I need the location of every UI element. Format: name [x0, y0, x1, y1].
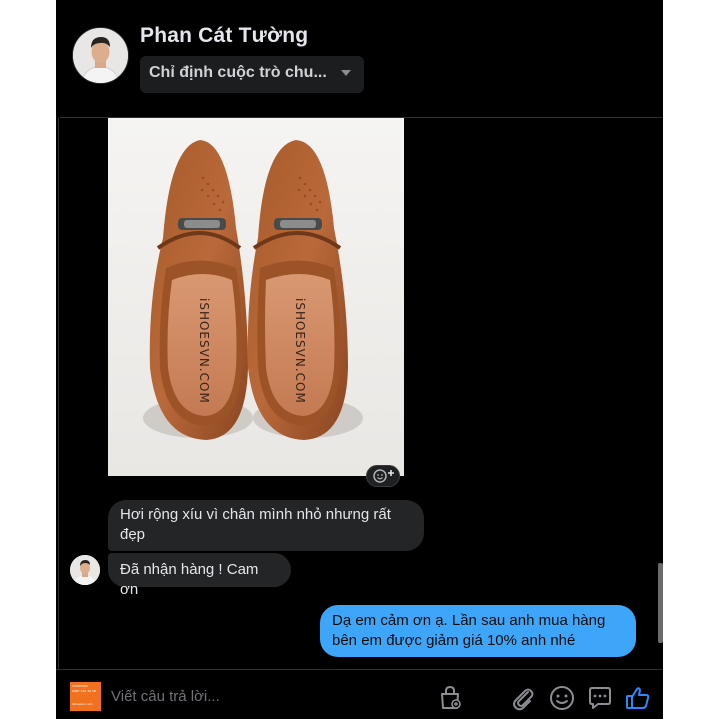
sender-avatar[interactable] [70, 555, 100, 585]
reply-input[interactable] [111, 684, 361, 708]
chat-bubble-icon[interactable] [586, 684, 614, 712]
messenger-window: Phan Cát Tường Chỉ định cuộc trò chu... [56, 0, 663, 719]
paperclip-icon[interactable] [509, 684, 537, 712]
contact-avatar[interactable] [72, 27, 129, 84]
message-bubble-incoming[interactable]: Đã nhận hàng ! Cam ơn [108, 553, 291, 598]
contact-name[interactable]: Phan Cát Tường [140, 24, 308, 48]
conversation-assign-label: Chỉ định cuộc trò chu... [149, 64, 327, 81]
chevron-down-icon [341, 70, 351, 76]
add-reaction-button[interactable] [366, 465, 400, 487]
svg-text:iSHOESVN.COM: iSHOESVN.COM [197, 298, 211, 404]
svg-text:iSHOESVN.COM: iSHOESVN.COM [293, 298, 307, 404]
page-logo: iSHOESVN 0987 566 36 58 ishoesvn.com [70, 682, 101, 711]
thumbs-up-icon[interactable] [624, 684, 652, 712]
shoe-photo[interactable]: iSHOESVN.COM iSHOESVN.COM [108, 118, 404, 476]
add-reaction-icon [373, 469, 394, 483]
conversation-assign-dropdown[interactable]: Chỉ định cuộc trò chu... [140, 56, 364, 93]
shopping-bag-icon[interactable] [436, 684, 464, 712]
smiley-icon[interactable] [548, 684, 576, 712]
message-bubble-outgoing[interactable]: Dạ em cảm ơn ạ. Lần sau anh mua hàng bên… [320, 605, 636, 657]
conversation-header: Phan Cát Tường Chỉ định cuộc trò chu... [56, 0, 663, 117]
thread-scrollbar[interactable] [658, 563, 663, 643]
thread-border [58, 118, 59, 670]
composer-divider [56, 669, 663, 670]
message-bubble-incoming[interactable]: Hơi rộng xíu vì chân mình nhỏ nhưng rất … [108, 500, 424, 551]
